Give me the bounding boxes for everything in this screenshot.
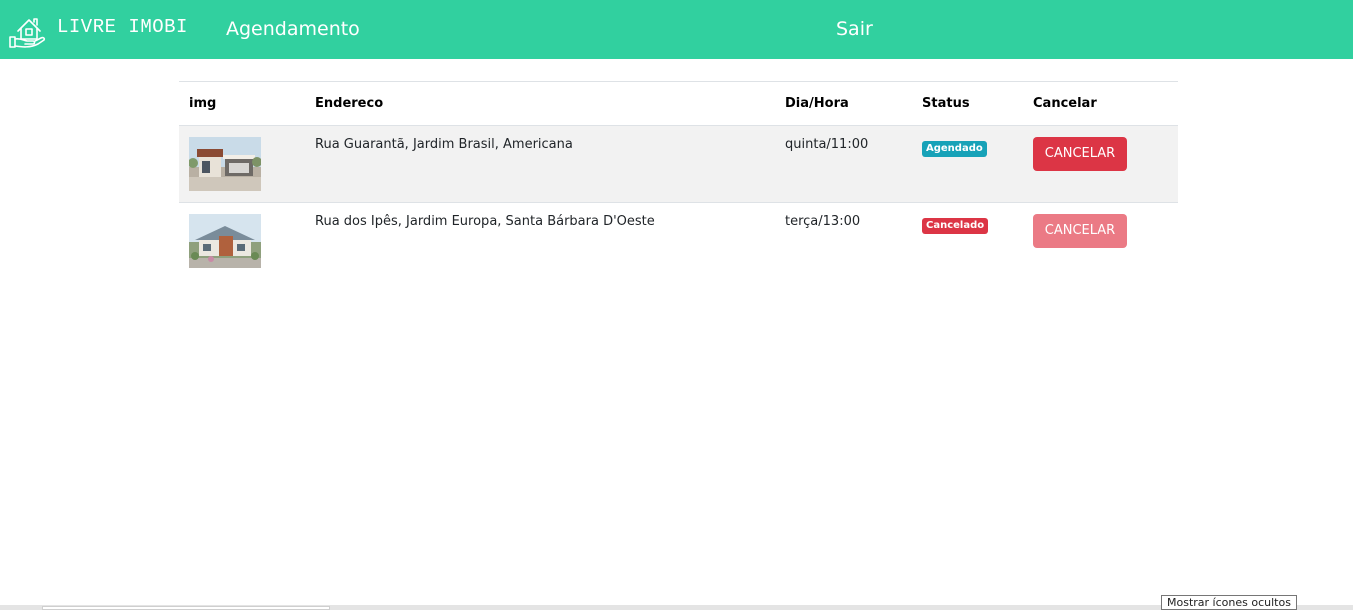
header-endereco: Endereco xyxy=(305,81,775,126)
header-img: img xyxy=(179,81,305,126)
appointments-table: img Endereco Dia/Hora Status Cancelar Ru… xyxy=(179,81,1178,280)
row-dia-hora: terça/13:00 xyxy=(785,214,861,229)
house-in-hand-icon[interactable] xyxy=(8,11,46,49)
single-story-house-photo xyxy=(189,214,261,268)
row-dia-hora: quinta/11:00 xyxy=(775,125,912,203)
nav-link-sair[interactable]: Sair xyxy=(836,18,873,40)
row-status-cell: Agendado xyxy=(912,125,1023,203)
cancel-button-disabled[interactable]: CANCELAR xyxy=(1033,214,1127,248)
header-dia-hora: Dia/Hora xyxy=(775,81,912,126)
header-cancelar: Cancelar xyxy=(1023,81,1178,126)
row-status-cell: Cancelado xyxy=(912,203,1023,280)
top-navbar: LIVRE IMOBI Agendamento Sair xyxy=(0,0,1353,59)
table-row: Rua dos Ipês, Jardim Europa, Santa Bárba… xyxy=(179,203,1178,280)
row-image-cell xyxy=(179,203,305,280)
modern-house-photo xyxy=(189,137,261,191)
row-endereco: Rua Guarantã, Jardim Brasil, Americana xyxy=(305,125,775,203)
taskbar-item[interactable] xyxy=(42,606,330,610)
table-row: Rua Guarantã, Jardim Brasil, Americana q… xyxy=(179,125,1178,203)
row-cancel-cell: CANCELAR xyxy=(1023,203,1178,280)
cancel-button[interactable]: CANCELAR xyxy=(1033,137,1127,171)
row-endereco: Rua dos Ipês, Jardim Europa, Santa Bárba… xyxy=(315,214,655,229)
appointments-table-container: img Endereco Dia/Hora Status Cancelar Ru… xyxy=(179,81,1178,280)
row-image-cell xyxy=(179,125,305,203)
hidden-icons-tooltip: Mostrar ícones ocultos xyxy=(1161,595,1297,610)
brand-name[interactable]: LIVRE IMOBI xyxy=(57,16,188,38)
nav-link-agendamento[interactable]: Agendamento xyxy=(226,18,360,40)
header-status: Status xyxy=(912,81,1023,126)
status-badge: Agendado xyxy=(922,141,987,157)
row-cancel-cell: CANCELAR xyxy=(1023,125,1178,203)
status-badge: Cancelado xyxy=(922,218,989,234)
table-header-row: img Endereco Dia/Hora Status Cancelar xyxy=(179,81,1178,126)
